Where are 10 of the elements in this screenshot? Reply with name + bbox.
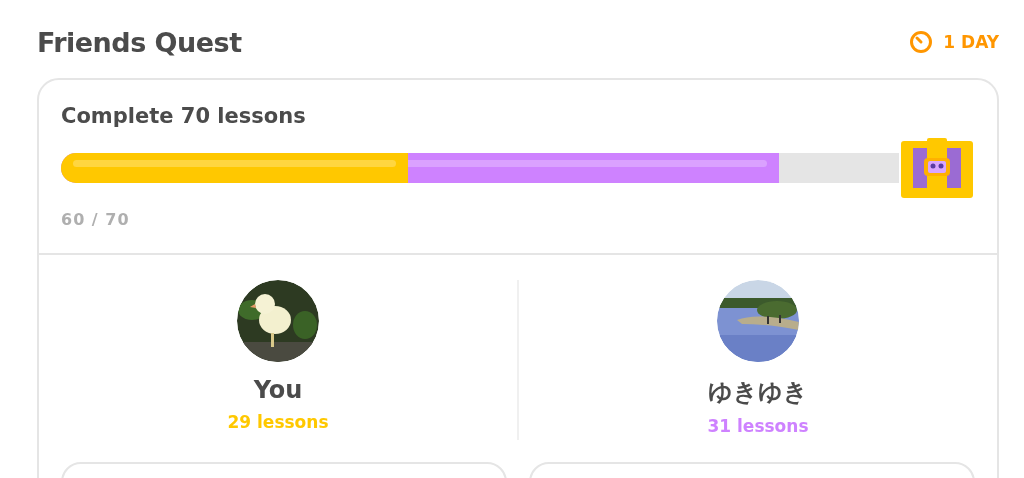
quest-goal: Complete 70 lessons [61, 104, 307, 128]
progress-count: 60 / 70 [61, 210, 131, 229]
lesson-count: 31 lessons [707, 416, 809, 436]
section-title: Friends Quest [37, 26, 242, 58]
time-remaining: 1 DAY [943, 32, 999, 52]
member-name: ゆきゆき [708, 377, 808, 408]
treasure-chest-icon [901, 138, 973, 198]
lesson-count: 29 lessons [227, 412, 329, 432]
member-name: You [253, 376, 303, 404]
timer-icon [909, 30, 934, 54]
